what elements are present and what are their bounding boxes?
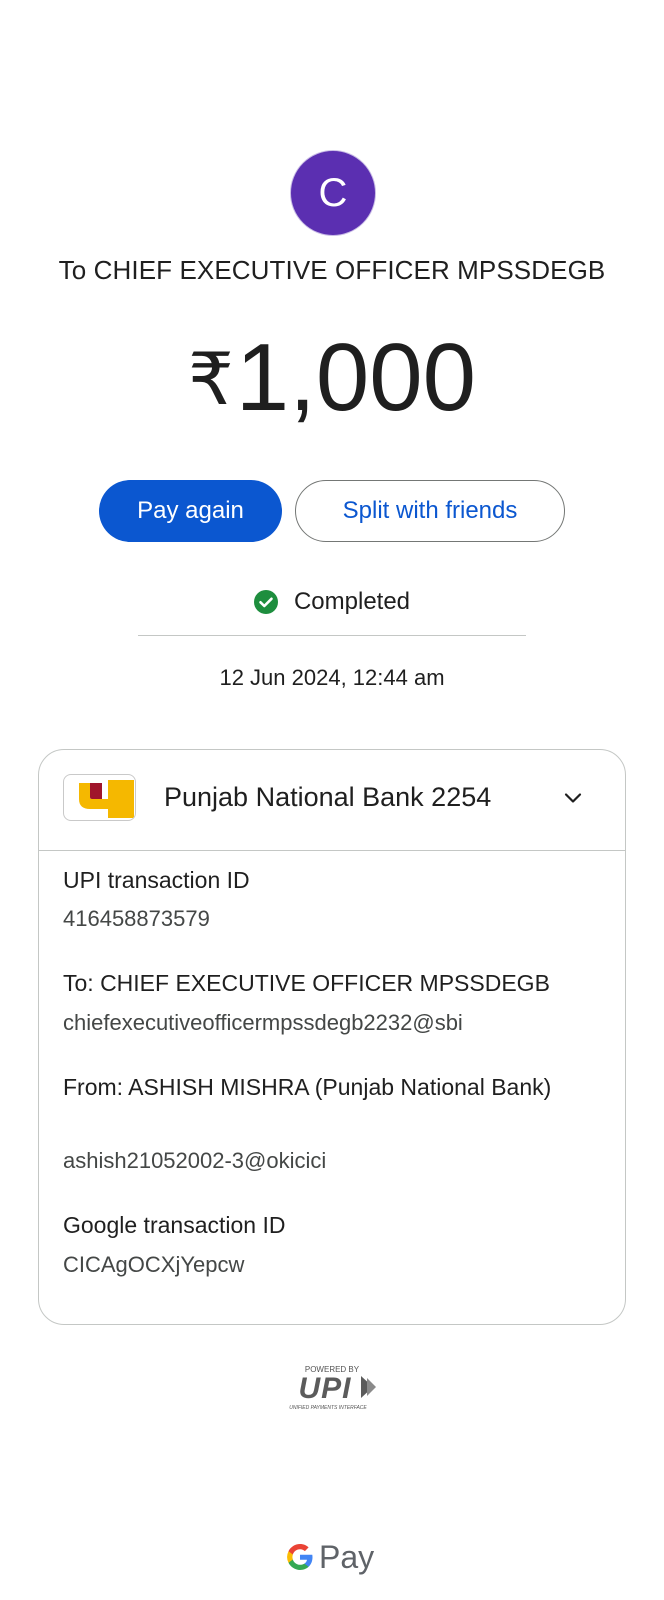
transaction-details-card: Punjab National Bank 2254 UPI transactio… — [38, 749, 626, 1325]
upi-transaction-id-value: 416458873579 — [63, 906, 210, 931]
avatar-initial: C — [318, 170, 348, 215]
from-upi-id: ashish21052002-3@okicici — [63, 1148, 327, 1173]
upi-wordmark: UPI — [298, 1372, 351, 1405]
split-with-friends-button[interactable]: Split with friends — [295, 480, 565, 542]
bank-account-name: Punjab National Bank 2254 — [164, 782, 492, 812]
status-label: Completed — [293, 588, 411, 615]
status-row: Completed — [0, 588, 664, 616]
upi-logo: POWERED BY UPI UNIFIED PAYMENTS INTERFAC… — [289, 1365, 376, 1411]
bank-account-header[interactable]: Punjab National Bank 2254 — [39, 750, 625, 851]
payee-title: To CHIEF EXECUTIVE OFFICER MPSSDEGB — [58, 255, 606, 285]
transaction-datetime: 12 Jun 2024, 12:44 am — [219, 665, 445, 690]
to-upi-id: chiefexecutiveofficermpssdegb2232@sbi — [63, 1010, 463, 1035]
to-label: To: CHIEF EXECUTIVE OFFICER MPSSDEGB — [63, 970, 550, 996]
google-transaction-id-value: CICAgOCXjYepcw — [63, 1252, 245, 1277]
google-g-icon — [287, 1544, 313, 1570]
pay-wordmark: Pay — [319, 1538, 375, 1575]
currency-symbol: ₹ — [187, 340, 234, 420]
amount: ₹1,000 — [0, 318, 664, 440]
upi-transaction-id-label: UPI transaction ID — [63, 867, 250, 893]
pay-again-button[interactable]: Pay again — [99, 480, 282, 542]
check-circle-icon — [253, 590, 278, 614]
google-transaction-id-label: Google transaction ID — [63, 1212, 286, 1238]
pnb-logo-icon — [63, 774, 136, 821]
google-pay-logo: Pay — [285, 1535, 374, 1579]
upi-tagline: UNIFIED PAYMENTS INTERFACE — [289, 1405, 367, 1411]
payee-avatar: C — [290, 150, 376, 236]
amount-value: 1,000 — [235, 324, 477, 431]
divider — [138, 635, 526, 636]
chevron-down-icon[interactable] — [561, 786, 585, 810]
from-label: From: ASHISH MISHRA (Punjab National Ban… — [63, 1074, 552, 1100]
